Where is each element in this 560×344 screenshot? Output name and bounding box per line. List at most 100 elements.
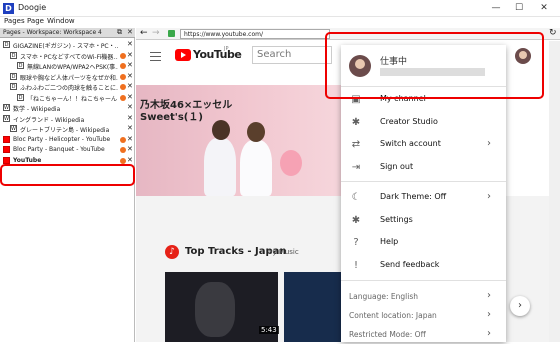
page-tree-item-label: ふわふわご二つの肉球を触ることに… <box>20 85 118 92</box>
moon-icon: ☾ <box>351 192 361 203</box>
menu-item-label: Help <box>380 237 399 246</box>
page-tree-item[interactable]: W イングランド - Wikipedia ✕ <box>0 114 135 124</box>
maximize-button[interactable]: ☐ <box>512 2 526 14</box>
chevron-right-icon: › <box>487 191 491 202</box>
youtube-logo-text[interactable]: YouTube <box>193 48 242 61</box>
close-page-icon[interactable]: ✕ <box>127 103 133 111</box>
page-tree-item[interactable]: Bloc Party - Helicopter - YouTube ✕ <box>0 135 135 145</box>
page-tree-item-label: グレートブリテン島 - Wikipedia <box>20 127 110 134</box>
page-favicon-icon: D <box>10 51 17 59</box>
page-favicon-icon: D <box>3 41 10 48</box>
close-window-button[interactable]: ✕ <box>537 2 551 14</box>
menu-item-send-feedback[interactable]: ! Send feedback <box>341 255 506 277</box>
close-page-icon[interactable]: ✕ <box>127 82 133 90</box>
menu-item-dark-theme-off[interactable]: ☾ Dark Theme: Off › <box>341 187 506 209</box>
youtube-favicon-icon <box>3 146 10 153</box>
youtube-region-label: JP <box>224 46 229 52</box>
video-thumbnail-2[interactable] <box>284 272 341 342</box>
page-scrollbar[interactable] <box>549 41 560 342</box>
page-tree-item-label: スマホ・PCなどすべてのWi-Fi機器… <box>20 53 118 61</box>
page-tree-item[interactable]: D 無線LANのWPA/WPA2へPSK(事… ✕ <box>0 61 135 71</box>
page-tree-item[interactable]: Bloc Party - Banquet - YouTube ✕ <box>0 145 135 155</box>
menu-footer-item[interactable]: Content location: Japan › <box>341 307 506 325</box>
youtube-favicon-icon <box>3 156 10 164</box>
banner-person-right <box>240 140 272 196</box>
minimize-button[interactable]: — <box>489 2 503 14</box>
menu-item-label: Send feedback <box>380 259 440 269</box>
wikipedia-favicon-icon: W <box>3 114 10 122</box>
page-tree-item[interactable]: D 眼球や胸など人体パーツをなぜか和… ✕ <box>0 72 135 82</box>
menu-footer-item[interactable]: Language: English › <box>341 288 506 306</box>
highlight-account-area <box>325 32 544 99</box>
menu-footer-label: Language: English <box>349 292 419 301</box>
menu-item-switch-account[interactable]: ⇄ Switch account › <box>341 134 506 156</box>
chevron-right-icon: › <box>487 290 491 301</box>
page-tree-item-label: YouTube <box>13 156 42 164</box>
carousel-next-button[interactable]: › <box>510 296 530 316</box>
video-duration-1: 5:43 <box>259 326 279 334</box>
secure-lock-icon <box>168 30 175 37</box>
page-favicon-icon: D <box>10 83 17 90</box>
page-tree-item-label: Bloc Party - Helicopter - YouTube <box>13 135 111 143</box>
section-by-line[interactable]: by Music <box>268 248 299 256</box>
page-status-dot <box>120 136 126 143</box>
close-page-icon[interactable]: ✕ <box>127 72 133 80</box>
close-page-icon[interactable]: ✕ <box>127 145 133 153</box>
banner-person-left <box>204 138 236 196</box>
music-channel-icon[interactable]: ♪ <box>165 245 179 259</box>
page-status-dot <box>120 84 126 90</box>
page-status-dot <box>120 94 126 101</box>
page-tree-item-label: 眼球や胸など人体パーツをなぜか和… <box>20 74 118 82</box>
gear-icon: ✱ <box>351 116 361 128</box>
search-input[interactable]: Search <box>252 46 332 64</box>
menu-footer-label: Restricted Mode: Off <box>349 330 426 339</box>
menu-divider <box>341 280 506 281</box>
switch-account-icon: ⇄ <box>351 139 361 150</box>
close-page-icon[interactable]: ✕ <box>127 114 133 122</box>
close-page-icon[interactable]: ✕ <box>127 51 133 59</box>
page-tree-item-label: 「ねこちゃーん！！ねこちゃーん！… <box>27 95 118 103</box>
hamburger-menu-icon[interactable] <box>150 52 161 61</box>
menu-bar <box>0 17 560 28</box>
menu-item-settings[interactable]: ✱ Settings <box>341 210 506 232</box>
back-button[interactable]: ← <box>140 28 148 38</box>
app-icon: D <box>3 3 14 14</box>
menu-page[interactable]: Page <box>27 17 44 25</box>
close-page-icon[interactable]: ✕ <box>127 124 133 132</box>
close-page-icon[interactable]: ✕ <box>127 156 133 164</box>
page-tree-item[interactable]: W グレートブリテン島 - Wikipedia ✕ <box>0 124 135 134</box>
menu-footer-item[interactable]: Restricted Mode: Off › <box>341 326 506 344</box>
menu-pages[interactable]: Pages <box>4 17 25 25</box>
banner-text: 乃木坂46×エッセル Sweet's(１) <box>140 100 233 123</box>
menu-item-help[interactable]: ? Help <box>341 232 506 254</box>
panel-close-icon[interactable]: ✕ <box>127 28 133 36</box>
menu-item-creator-studio[interactable]: ✱ Creator Studio <box>341 112 506 134</box>
page-tree-item[interactable]: D ふわふわご二つの肉球を触ることに… ✕ <box>0 82 135 92</box>
menu-window[interactable]: Window <box>47 17 75 25</box>
menu-item-sign-out[interactable]: ⇥ Sign out <box>341 157 506 179</box>
reload-button[interactable]: ↻ <box>549 28 557 38</box>
url-field[interactable]: https://www.youtube.com/ <box>180 29 330 39</box>
close-page-icon[interactable]: ✕ <box>127 93 133 101</box>
panel-float-icon[interactable]: ⧉ <box>117 28 122 37</box>
page-status-dot <box>120 73 126 80</box>
youtube-logo-icon[interactable] <box>175 49 191 61</box>
page-status-dot <box>120 157 126 164</box>
forward-button[interactable]: → <box>152 28 160 38</box>
page-tree-item[interactable]: D スマホ・PCなどすべてのWi-Fi機器… ✕ <box>0 51 135 61</box>
menu-footer-label: Content location: Japan <box>349 311 437 320</box>
close-page-icon[interactable]: ✕ <box>127 40 133 48</box>
banner-person-right-head <box>247 122 265 142</box>
highlight-youtube-page <box>0 164 135 186</box>
menu-item-label: Creator Studio <box>380 116 438 126</box>
page-tree-item[interactable]: D GIGAZINE(ギガジン) - スマホ・PC・… ✕ <box>0 40 135 50</box>
close-page-icon[interactable]: ✕ <box>127 135 133 143</box>
page-favicon-icon: D <box>10 72 17 80</box>
sign-out-icon: ⇥ <box>351 161 361 173</box>
page-tree-item[interactable]: W 数学 - Wikipedia ✕ <box>0 103 135 113</box>
page-tree-item[interactable]: D「ねこちゃーん！！ねこちゃーん！… ✕ <box>0 93 135 103</box>
page-status-dot <box>120 52 126 59</box>
settings-icon: ✱ <box>351 214 361 226</box>
menu-item-label: Dark Theme: Off <box>380 192 447 201</box>
close-page-icon[interactable]: ✕ <box>127 61 133 69</box>
